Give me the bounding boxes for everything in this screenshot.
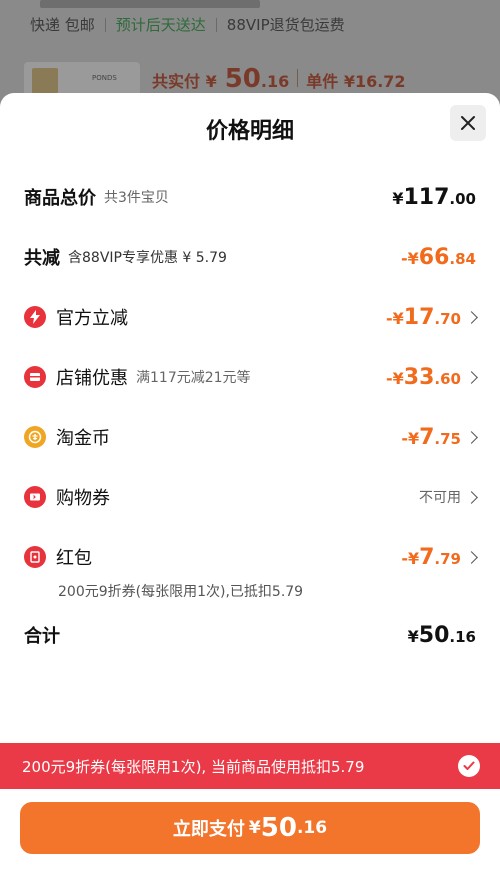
total-count: 共3件宝贝 xyxy=(104,190,169,206)
bg-title-strip xyxy=(24,0,324,10)
pay-now-label: 立即支付 xyxy=(172,819,245,840)
ticket-icon xyxy=(24,486,46,508)
chevron-right-icon xyxy=(465,550,478,564)
bg-shipping-row: 快递 包邮 预计后天送达 88VIP退货包运费 xyxy=(30,14,345,35)
red-packet-amount: -¥7.79 xyxy=(401,544,461,570)
chevron-right-icon xyxy=(465,430,478,444)
coupon-banner-text: 200元9折券(每张限用1次), 当前商品使用抵扣5.79 xyxy=(22,757,365,776)
red-packet-note: 200元9折券(每张限用1次),已抵扣5.79 xyxy=(58,584,304,600)
check-icon[interactable] xyxy=(458,755,480,777)
row-voucher[interactable]: 购物券 不可用 xyxy=(24,480,478,514)
shop-discount-label: 店铺优惠 xyxy=(56,368,128,389)
row-shop-discount[interactable]: 店铺优惠 满117元减21元等 -¥33.60 xyxy=(24,360,478,394)
bg-price: 共实付 ¥ 50.16 单件 ¥16.72 xyxy=(152,64,406,94)
sheet-title: 价格明细 xyxy=(205,119,294,144)
shop-discount-sub: 满117元减21元等 xyxy=(136,370,251,386)
shop-icon xyxy=(24,366,46,388)
shop-discount-amount: -¥33.60 xyxy=(386,364,461,390)
bg-vip: 88VIP退货包运费 xyxy=(226,16,345,34)
coins-amount: -¥7.75 xyxy=(401,424,461,450)
voucher-label: 购物券 xyxy=(56,488,110,509)
official-discount-label: 官方立减 xyxy=(56,308,128,329)
row-official-discount[interactable]: 官方立减 -¥17.70 xyxy=(24,300,478,334)
row-total-price: 商品总价 共3件宝贝 ¥117.00 xyxy=(24,180,476,214)
discount-sub: 含88VIP专享优惠 ¥ 5.79 xyxy=(68,250,227,266)
lightning-icon xyxy=(24,306,46,328)
row-coins[interactable]: 淘金币 -¥7.75 xyxy=(24,420,478,454)
coins-label: 淘金币 xyxy=(56,428,110,449)
row-sum: 合计 ¥50.16 xyxy=(24,618,476,652)
price-detail-sheet: 价格明细 商品总价 共3件宝贝 ¥117.00 共减 含88VIP专享优惠 ¥ … xyxy=(0,93,500,869)
chevron-right-icon xyxy=(465,370,478,384)
coin-icon xyxy=(24,426,46,448)
red-packet-icon xyxy=(24,546,46,568)
row-red-packet[interactable]: 红包 -¥7.79 xyxy=(24,540,478,574)
red-packet-label: 红包 xyxy=(56,548,92,569)
total-price-amount: ¥117.00 xyxy=(392,184,476,210)
sum-amount: ¥50.16 xyxy=(407,622,476,648)
total-price-label: 商品总价 xyxy=(24,188,96,209)
bg-delivery: 预计后天送达 xyxy=(115,16,206,34)
close-icon xyxy=(461,116,475,130)
chevron-right-icon xyxy=(465,490,478,504)
sum-label: 合计 xyxy=(24,626,60,647)
discount-amount: -¥66.84 xyxy=(401,244,476,270)
pay-amount: 50 xyxy=(260,813,297,843)
coupon-banner[interactable]: 200元9折券(每张限用1次), 当前商品使用抵扣5.79 xyxy=(0,743,500,789)
official-discount-amount: -¥17.70 xyxy=(386,304,461,330)
bg-shipping: 快递 包邮 xyxy=(30,16,95,34)
voucher-status: 不可用 xyxy=(419,490,461,506)
discount-label: 共减 xyxy=(24,248,60,269)
row-discount: 共减 含88VIP专享优惠 ¥ 5.79 -¥66.84 xyxy=(24,240,476,274)
close-button[interactable] xyxy=(450,105,486,141)
chevron-right-icon xyxy=(465,310,478,324)
pay-now-button[interactable]: 立即支付 ¥50.16 xyxy=(20,802,480,854)
